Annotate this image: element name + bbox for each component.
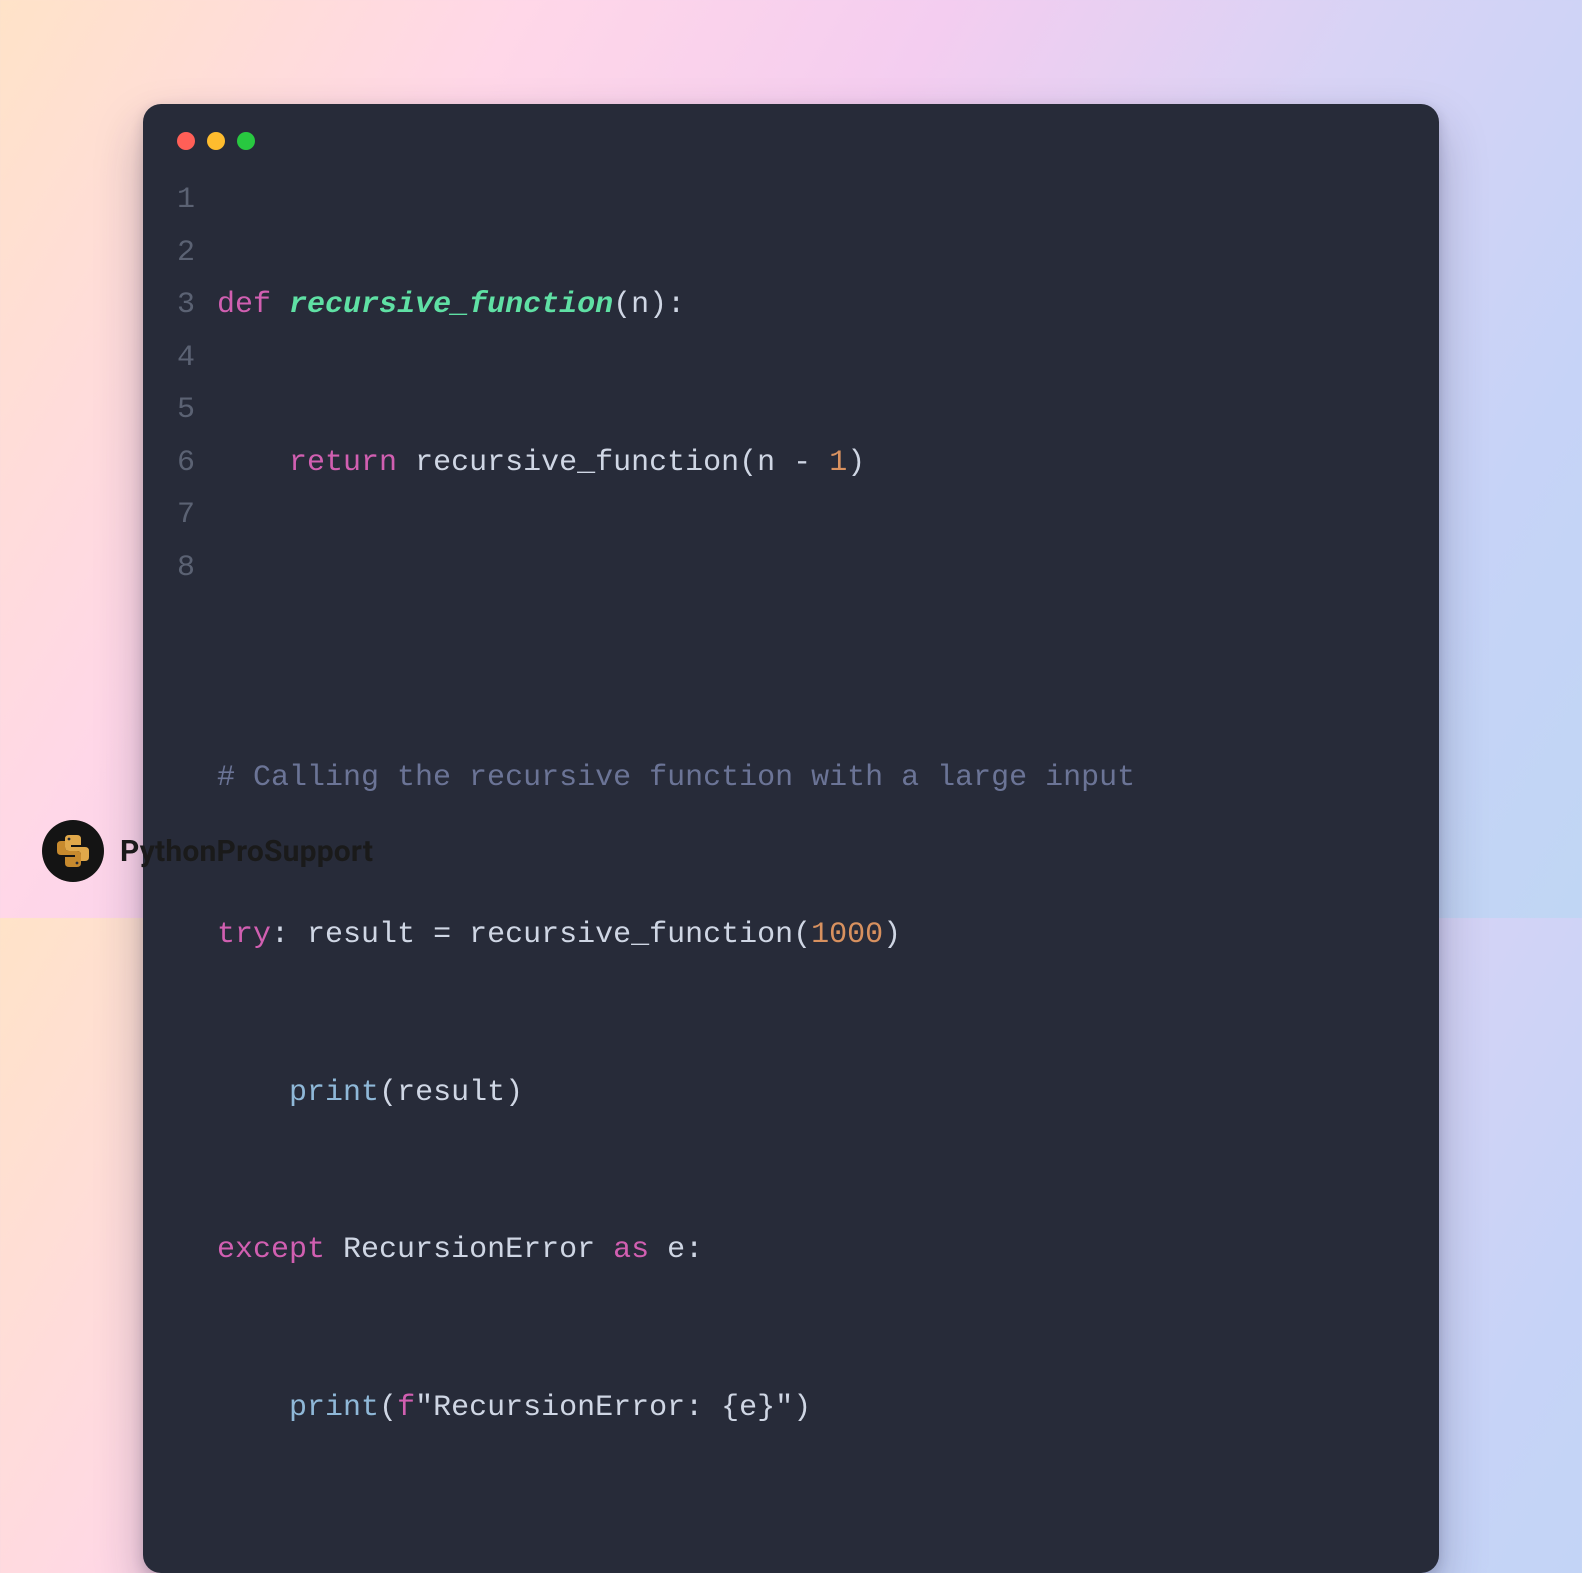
code-line: def recursive_function(n): [217, 279, 1135, 332]
line-number: 4 [177, 332, 195, 385]
code-line [217, 594, 1135, 647]
maximize-icon[interactable] [237, 132, 255, 150]
footer-brand: PythonProSupport [42, 820, 373, 882]
brand-logo [42, 820, 104, 882]
line-number: 7 [177, 489, 195, 542]
line-number: 5 [177, 384, 195, 437]
minimize-icon[interactable] [207, 132, 225, 150]
line-number: 2 [177, 227, 195, 280]
window-controls [177, 132, 1405, 150]
brand-name: PythonProSupport [120, 834, 373, 869]
line-number: 6 [177, 437, 195, 490]
code-line: return recursive_function(n - 1) [217, 437, 1135, 490]
code-line: try: result = recursive_function(1000) [217, 909, 1135, 962]
line-number: 1 [177, 174, 195, 227]
code-line: print(result) [217, 1067, 1135, 1120]
python-icon [53, 831, 93, 871]
close-icon[interactable] [177, 132, 195, 150]
code-line: print(f"RecursionError: {e}") [217, 1382, 1135, 1435]
line-number: 8 [177, 542, 195, 595]
code-line: # Calling the recursive function with a … [217, 752, 1135, 805]
line-number: 3 [177, 279, 195, 332]
code-line: except RecursionError as e: [217, 1224, 1135, 1277]
